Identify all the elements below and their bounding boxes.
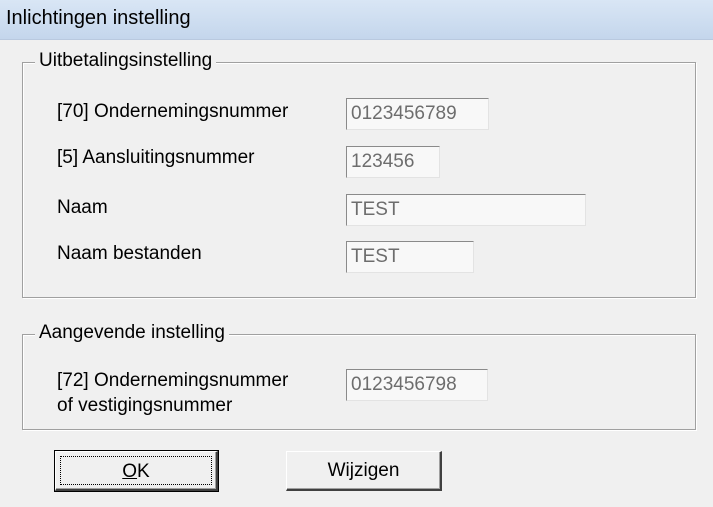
affiliation-number-field[interactable]: 123456: [346, 146, 440, 178]
ok-button[interactable]: OK: [54, 450, 219, 492]
branch-number-label-line1: [72] Ondernemingsnummer: [57, 370, 289, 391]
file-name-label: Naam bestanden: [57, 243, 202, 264]
company-number-field[interactable]: 0123456789: [346, 98, 489, 130]
name-field[interactable]: TEST: [346, 194, 586, 226]
name-label: Naam: [57, 197, 108, 218]
affiliation-number-label: [5] Aansluitingsnummer: [57, 147, 255, 168]
branch-number-field[interactable]: 0123456798: [346, 369, 488, 401]
settings-dialog: Inlichtingen instelling Uitbetalingsinst…: [0, 0, 713, 507]
change-button[interactable]: Wijzigen: [286, 451, 442, 491]
file-name-field[interactable]: TEST: [346, 241, 474, 273]
title-bar[interactable]: Inlichtingen instelling: [0, 0, 713, 40]
declaring-group-legend: Aangevende instelling: [35, 322, 229, 344]
ok-label-rest: K: [137, 461, 150, 482]
payout-group-legend: Uitbetalingsinstelling: [35, 50, 217, 72]
branch-number-label-line2: of vestigingsnummer: [57, 395, 233, 416]
ok-mnemonic: O: [122, 461, 138, 482]
window-title: Inlichtingen instelling: [6, 7, 191, 29]
company-number-label: [70] Ondernemingsnummer: [57, 101, 289, 122]
ok-button-focus-rect: OK: [60, 456, 212, 485]
